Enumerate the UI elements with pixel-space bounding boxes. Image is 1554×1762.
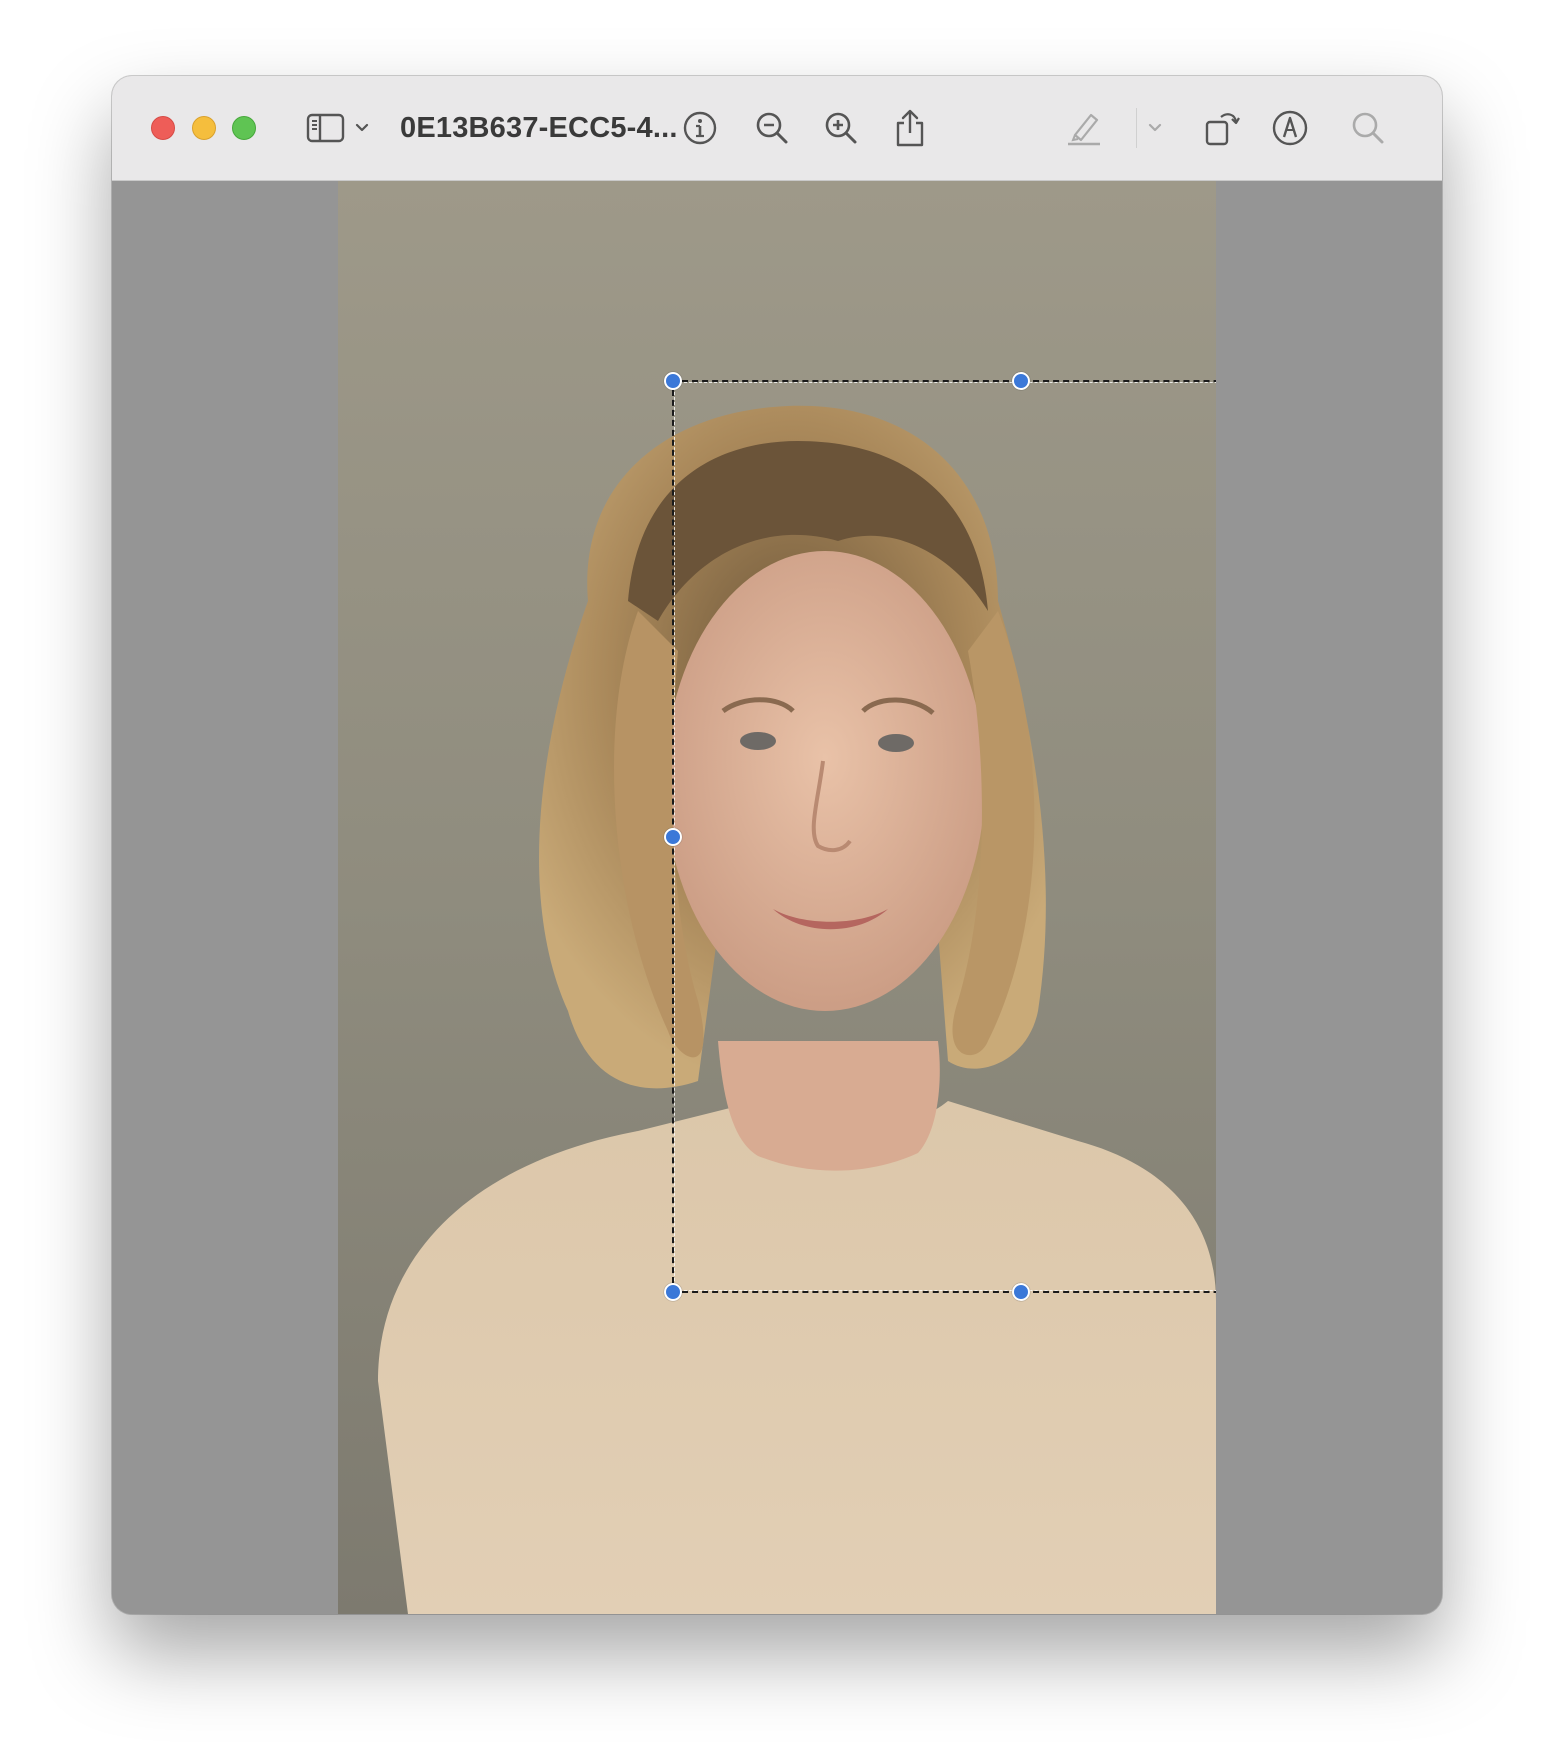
search-button[interactable] xyxy=(1346,106,1390,150)
sidebar-menu-button[interactable] xyxy=(350,106,374,150)
title-bar: 0E13B637-ECC5-4... xyxy=(112,76,1442,181)
inspector-button[interactable] xyxy=(678,106,722,150)
highlight-button[interactable] xyxy=(1062,106,1106,150)
minimize-window-button[interactable] xyxy=(192,116,216,140)
close-window-button[interactable] xyxy=(151,116,175,140)
window-title: 0E13B637-ECC5-4... xyxy=(400,112,678,144)
info-icon xyxy=(682,110,718,146)
chevron-down-icon xyxy=(354,122,370,134)
zoom-in-button[interactable] xyxy=(819,106,863,150)
toolbar-separator xyxy=(1136,108,1137,148)
share-icon xyxy=(893,108,927,148)
rotate-button[interactable] xyxy=(1200,106,1244,150)
selection-handle-left[interactable] xyxy=(664,828,682,846)
preview-window: 0E13B637-ECC5-4... xyxy=(112,76,1442,1614)
highlight-pen-icon xyxy=(1065,109,1103,147)
selection-handle-bottom-left[interactable] xyxy=(664,1283,682,1301)
sidebar-toggle-icon xyxy=(306,112,346,144)
highlight-menu-button[interactable] xyxy=(1140,106,1170,150)
selection-handle-top-left[interactable] xyxy=(664,372,682,390)
chevron-down-icon xyxy=(1147,122,1163,134)
selection-handle-top[interactable] xyxy=(1012,372,1030,390)
zoom-out-button[interactable] xyxy=(750,106,794,150)
portrait-photo[interactable] xyxy=(338,181,1216,1614)
zoom-in-icon xyxy=(823,110,859,146)
sidebar-toggle-button[interactable] xyxy=(302,106,350,150)
zoom-window-button[interactable] xyxy=(232,116,256,140)
markup-button[interactable] xyxy=(1268,106,1312,150)
crop-selection-rectangle[interactable] xyxy=(664,372,1216,1301)
search-icon xyxy=(1350,110,1386,146)
markup-icon xyxy=(1271,109,1309,147)
selection-handle-bottom[interactable] xyxy=(1012,1283,1030,1301)
share-button[interactable] xyxy=(888,106,932,150)
rotate-icon xyxy=(1203,108,1241,148)
image-canvas[interactable] xyxy=(112,181,1442,1614)
zoom-out-icon xyxy=(754,110,790,146)
